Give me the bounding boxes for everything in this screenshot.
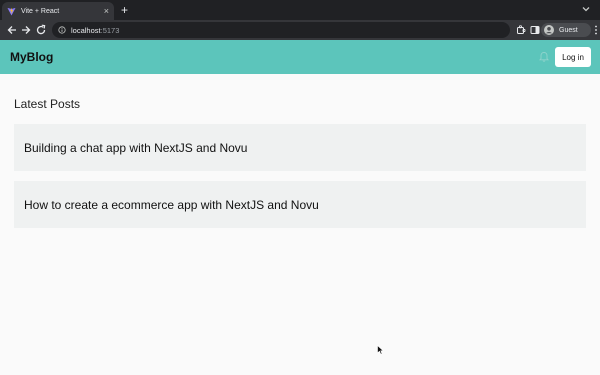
- browser-tab-strip: Vite + React × +: [0, 0, 600, 20]
- app-header: MyBlog Log in: [0, 40, 600, 74]
- browser-toolbar: localhost:5173 Guest: [0, 20, 600, 40]
- forward-arrow-icon[interactable]: [20, 24, 32, 36]
- bell-icon[interactable]: [538, 51, 550, 63]
- plus-icon[interactable]: +: [121, 3, 128, 17]
- post-card[interactable]: Building a chat app with NextJS and Novu: [14, 124, 586, 171]
- mouse-cursor-icon: [377, 345, 384, 355]
- tab-title: Vite + React: [21, 7, 60, 15]
- post-card[interactable]: How to create a ecommerce app with NextJ…: [14, 181, 586, 228]
- profile-label: Guest: [559, 26, 578, 34]
- post-title[interactable]: How to create a ecommerce app with NextJ…: [24, 198, 319, 212]
- sidebar-icon[interactable]: [530, 25, 540, 35]
- post-title[interactable]: Building a chat app with NextJS and Novu: [24, 141, 247, 155]
- chevron-down-icon[interactable]: [581, 4, 591, 14]
- kebab-menu-icon[interactable]: [594, 25, 598, 35]
- extensions-icon[interactable]: [516, 25, 526, 35]
- avatar-icon: [544, 25, 554, 35]
- vite-favicon-icon: [7, 7, 16, 16]
- profile-button[interactable]: Guest: [541, 23, 591, 37]
- login-button[interactable]: Log in: [555, 47, 591, 67]
- url-port: :5173: [100, 25, 120, 35]
- reload-icon[interactable]: [35, 24, 47, 36]
- url-host: localhost: [71, 25, 101, 35]
- page-title: Latest Posts: [14, 97, 81, 111]
- close-icon[interactable]: ×: [104, 6, 109, 16]
- browser-tab[interactable]: Vite + React ×: [2, 2, 114, 20]
- back-arrow-icon[interactable]: [6, 24, 18, 36]
- info-icon[interactable]: [58, 26, 66, 34]
- address-bar[interactable]: localhost:5173: [52, 22, 510, 38]
- brand-logo-text[interactable]: MyBlog: [10, 50, 53, 64]
